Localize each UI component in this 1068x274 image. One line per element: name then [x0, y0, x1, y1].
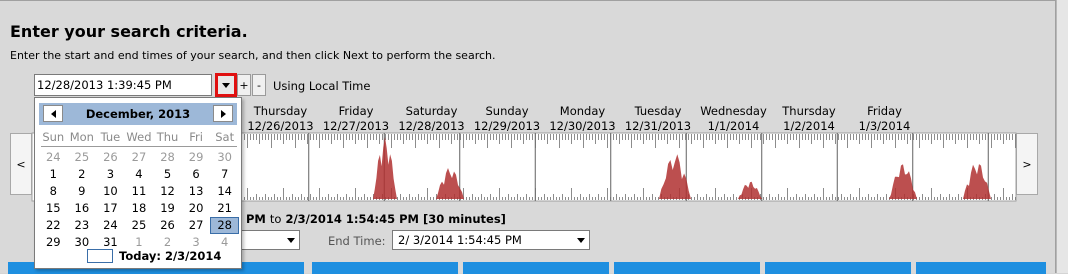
calendar-day[interactable]: 17: [96, 201, 125, 216]
calendar-day[interactable]: 15: [39, 201, 68, 216]
calendar-week-row: 22 23 24 25 26 27 28: [39, 217, 239, 234]
calendar-day-selected[interactable]: 28: [210, 217, 239, 234]
summary-to-label: to: [269, 212, 282, 226]
increment-button[interactable]: +: [237, 74, 251, 96]
calendar-next-month-button[interactable]: [213, 105, 233, 122]
calendar-month-label: December, 2013: [85, 107, 191, 121]
calendar-day[interactable]: 3: [96, 167, 125, 182]
calendar-today-label: Today: 2/3/2014: [119, 249, 222, 263]
calendar-day[interactable]: 24: [96, 218, 125, 233]
page-title: Enter your search criteria.: [10, 22, 248, 41]
calendar-day[interactable]: 11: [125, 184, 154, 199]
calendar-day[interactable]: 7: [210, 167, 239, 182]
calendar-day[interactable]: 8: [39, 184, 68, 199]
calendar-day[interactable]: 10: [96, 184, 125, 199]
decrement-button[interactable]: -: [252, 74, 266, 96]
calendar-day[interactable]: 13: [182, 184, 211, 199]
calendar-day[interactable]: 26: [96, 150, 125, 165]
end-time-select[interactable]: 2/ 3/2014 1:54:45 PM: [392, 230, 590, 250]
end-time-label: End Time:: [328, 234, 386, 248]
calendar-day[interactable]: 21: [210, 201, 239, 216]
calendar-weekday: Sat: [215, 130, 235, 144]
calendar-weekday: Thu: [156, 130, 179, 144]
result-tab[interactable]: [463, 262, 609, 274]
calendar-popup: December, 2013 Sun Mon Tue Wed Thu Fri Sat 24 25…: [34, 97, 242, 269]
calendar-prev-month-button[interactable]: [43, 105, 63, 122]
calendar-weekday: Tue: [100, 130, 121, 144]
calendar-day[interactable]: 20: [182, 201, 211, 216]
calendar-day[interactable]: 29: [39, 235, 68, 250]
calendar-day[interactable]: 29: [182, 150, 211, 165]
vertical-scrollbar[interactable]: [1056, 0, 1068, 273]
calendar-day[interactable]: 30: [68, 235, 97, 250]
local-time-label: Using Local Time: [273, 79, 371, 93]
calendar-weekday: Wed: [126, 130, 152, 144]
calendar-day[interactable]: 24: [39, 150, 68, 165]
result-tab[interactable]: [765, 262, 911, 274]
calendar-day[interactable]: 27: [182, 218, 211, 233]
calendar-day[interactable]: 23: [68, 218, 97, 233]
summary-end: 2/3/2014 1:54:45 PM: [285, 212, 419, 226]
calendar-weekday: Mon: [69, 130, 94, 144]
calendar-dropdown-button[interactable]: [215, 73, 237, 97]
chevron-down-icon: [222, 82, 230, 88]
search-panel: Enter your search criteria. Enter the st…: [0, 0, 1056, 274]
today-marker: [87, 249, 113, 263]
chevron-left-icon: [50, 109, 56, 118]
result-tab[interactable]: [312, 262, 458, 274]
end-time-value: 2/ 3/2014 1:54:45 PM: [398, 233, 522, 247]
calendar-day[interactable]: 16: [68, 201, 97, 216]
calendar-today-link[interactable]: Today: 2/3/2014: [87, 249, 221, 263]
calendar-day[interactable]: 4: [125, 167, 154, 182]
summary-start-tail: PM: [246, 212, 266, 226]
calendar-day[interactable]: 3: [182, 235, 211, 250]
calendar-day[interactable]: 12: [153, 184, 182, 199]
chevron-down-icon: [575, 234, 587, 246]
calendar-day[interactable]: 19: [153, 201, 182, 216]
calendar-header: December, 2013: [39, 103, 237, 125]
calendar-weekday: Sun: [42, 130, 65, 144]
calendar-day[interactable]: 30: [210, 150, 239, 165]
calendar-day[interactable]: 25: [125, 218, 154, 233]
calendar-day[interactable]: 1: [39, 167, 68, 182]
calendar-day[interactable]: 2: [153, 235, 182, 250]
calendar-day[interactable]: 9: [68, 184, 97, 199]
calendar-week-row: 15 16 17 18 19 20 21: [39, 200, 239, 217]
calendar-day[interactable]: 31: [96, 235, 125, 250]
calendar-separator: [41, 146, 237, 147]
calendar-day[interactable]: 27: [125, 150, 154, 165]
result-tab[interactable]: [916, 262, 1046, 274]
calendar-day[interactable]: 28: [153, 150, 182, 165]
calendar-day[interactable]: 26: [153, 218, 182, 233]
search-page: Enter your search criteria. Enter the st…: [0, 0, 1068, 274]
chevron-down-icon: [285, 234, 297, 246]
calendar-day[interactable]: 5: [153, 167, 182, 182]
result-tab[interactable]: [614, 262, 760, 274]
calendar-week-row: 24 25 26 27 28 29 30: [39, 149, 239, 166]
start-datetime-input[interactable]: 12/28/2013 1:39:45 PM: [34, 74, 212, 96]
calendar-day[interactable]: 22: [39, 218, 68, 233]
calendar-day[interactable]: 4: [210, 235, 239, 250]
calendar-weekday: Fri: [189, 130, 203, 144]
summary-duration: [30 minutes]: [422, 212, 506, 226]
calendar-day[interactable]: 25: [68, 150, 97, 165]
search-range-summary: PM to 2/3/2014 1:54:45 PM [30 minutes]: [246, 212, 506, 226]
chevron-right-icon: [220, 109, 226, 118]
calendar-week-row: 1234567: [39, 166, 239, 183]
calendar-day[interactable]: 2: [68, 167, 97, 182]
page-subtitle: Enter the start and end times of your se…: [10, 49, 496, 62]
calendar-day[interactable]: 1: [125, 235, 154, 250]
calendar-week-row: 8 9 10 11 12 13 14: [39, 183, 239, 200]
calendar-day[interactable]: 18: [125, 201, 154, 216]
calendar-day[interactable]: 14: [210, 184, 239, 199]
calendar-day[interactable]: 6: [182, 167, 211, 182]
calendar-weekday-row: Sun Mon Tue Wed Thu Fri Sat: [39, 129, 239, 146]
calendar-grid: Sun Mon Tue Wed Thu Fri Sat 24 25 26 27 28 29 30 1 2 3 4 5…: [39, 129, 239, 251]
